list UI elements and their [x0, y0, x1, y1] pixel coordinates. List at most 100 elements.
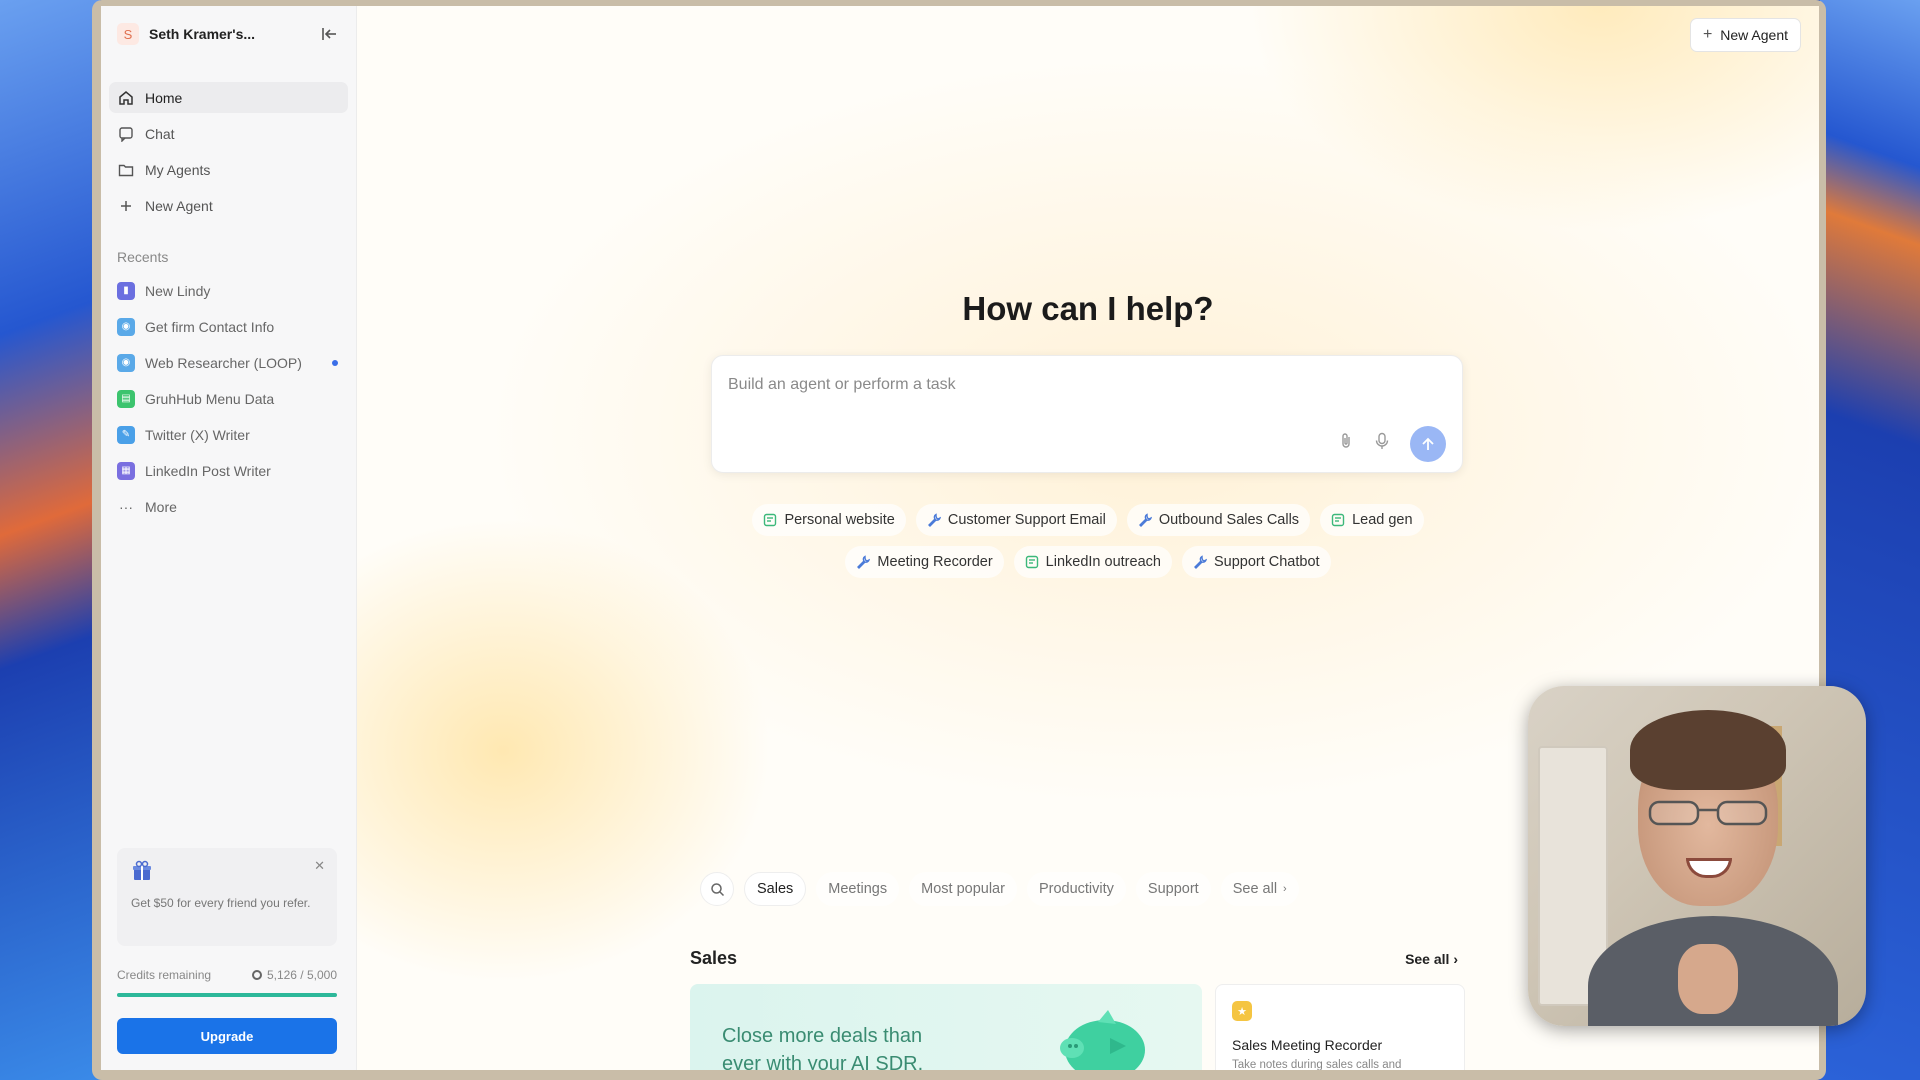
chat-icon: [117, 125, 135, 143]
nav-label: New Agent: [145, 197, 213, 214]
chip-linkedin-outreach[interactable]: LinkedIn outreach: [1013, 546, 1172, 578]
credits-value: 5,126 / 5,000: [266, 968, 337, 982]
chip-lead-gen[interactable]: Lead gen: [1320, 504, 1424, 536]
send-button[interactable]: [1410, 426, 1446, 462]
piggy-bank-icon: [1060, 1010, 1145, 1070]
chip-customer-support-email[interactable]: Customer Support Email: [915, 504, 1117, 536]
workspace-name: Seth Kramer's...: [149, 26, 256, 42]
credits-label: Credits remaining: [117, 968, 212, 982]
doc-icon: [763, 513, 777, 527]
presenter-hand: [1678, 944, 1738, 1014]
chip-meeting-recorder[interactable]: Meeting Recorder: [845, 546, 1004, 578]
filter-see-all[interactable]: See all ›: [1220, 872, 1299, 906]
presenter-hair: [1630, 710, 1786, 790]
section-title: Sales: [690, 948, 738, 968]
card-title: Sales Meeting Recorder: [1232, 1037, 1383, 1053]
nav-item-my-agents[interactable]: My Agents: [109, 154, 348, 185]
nav-item-chat[interactable]: Chat: [109, 118, 348, 149]
doc-icon: [1025, 555, 1039, 569]
recent-item-new-lindy[interactable]: ▮ New Lindy: [109, 275, 348, 306]
chip-label: Lead gen: [1352, 512, 1413, 528]
recent-item-linkedin-post-writer[interactable]: ▦ LinkedIn Post Writer: [109, 455, 348, 486]
nav-label: Chat: [145, 125, 175, 142]
referral-text: Get $50 for every friend you refer.: [131, 896, 311, 910]
suggestion-chips-row-2: Meeting Recorder LinkedIn outreach Suppo…: [357, 546, 1819, 578]
recent-item-twitter-writer[interactable]: ✎ Twitter (X) Writer: [109, 419, 348, 450]
bookmark-icon: ▮: [117, 281, 135, 300]
wrench-icon: [927, 513, 941, 527]
wrench-icon: [1138, 513, 1152, 527]
folder-icon: [117, 161, 135, 179]
nav-item-home[interactable]: Home: [109, 82, 348, 113]
chevron-right-icon: ›: [1453, 950, 1458, 967]
chip-label: Support Chatbot: [1213, 554, 1320, 570]
collapse-sidebar-icon[interactable]: [318, 23, 340, 45]
nav-label: My Agents: [145, 161, 211, 178]
plus-icon: +: [1702, 26, 1713, 43]
sales-meeting-recorder-card[interactable]: ★ Sales Meeting Recorder Take notes duri…: [1215, 984, 1465, 1070]
card-description: Take notes during sales calls and: [1232, 1059, 1402, 1070]
prompt-input-box[interactable]: Build an agent or perform a task: [711, 355, 1463, 473]
pencil-icon: ✎: [117, 425, 135, 444]
chip-label: Meeting Recorder: [877, 554, 993, 570]
recent-label: Get firm Contact Info: [145, 318, 275, 335]
credits-progress-bar: [117, 993, 337, 997]
gift-icon: [131, 860, 323, 888]
recents-list: ▮ New Lindy ◉ Get firm Contact Info ◉ We…: [109, 275, 348, 522]
sidebar: S Seth Kramer's... Home Chat My Agents N…: [101, 6, 357, 1070]
paperclip-icon[interactable]: [1338, 432, 1354, 455]
arrow-up-icon: [1422, 437, 1434, 450]
credits-widget: Credits remaining 5,126 / 5,000: [117, 968, 337, 997]
ellipsis-icon: ···: [119, 498, 133, 515]
glasses-icon: ◉: [117, 353, 135, 372]
meeting-icon: ★: [1232, 1001, 1252, 1021]
filter-meetings[interactable]: Meetings: [816, 872, 900, 906]
prompt-placeholder[interactable]: Build an agent or perform a task: [728, 376, 956, 394]
chip-support-chatbot[interactable]: Support Chatbot: [1181, 546, 1331, 578]
suggestion-chips-row-1: Personal website Customer Support Email …: [357, 504, 1819, 536]
recent-item-gruhhub-menu-data[interactable]: ▤ GruhHub Menu Data: [109, 383, 348, 414]
nav-label: Home: [145, 89, 183, 106]
promo-text: Close more deals than ever with your AI …: [722, 1025, 924, 1070]
coin-icon: [251, 970, 262, 980]
see-all-label: See all: [1232, 881, 1278, 897]
page-title: How can I help?: [962, 290, 1214, 327]
chip-personal-website[interactable]: Personal website: [752, 504, 906, 536]
chip-label: Customer Support Email: [947, 512, 1106, 528]
chip-outbound-sales-calls[interactable]: Outbound Sales Calls: [1126, 504, 1311, 536]
workspace-switcher[interactable]: S Seth Kramer's...: [109, 6, 348, 62]
workspace-avatar: S: [117, 23, 139, 45]
close-icon[interactable]: ✕: [314, 858, 325, 874]
filter-productivity[interactable]: Productivity: [1026, 872, 1126, 906]
template-filter-bar: Sales Meetings Most popular Productivity…: [700, 872, 1299, 906]
filter-support[interactable]: Support: [1135, 872, 1211, 906]
glasses-icon: [1648, 800, 1768, 826]
search-icon[interactable]: [700, 872, 734, 906]
new-agent-label: New Agent: [1720, 27, 1788, 43]
nav-item-new-agent[interactable]: New Agent: [109, 190, 348, 221]
section-see-all[interactable]: See all ›: [1405, 951, 1458, 967]
plus-icon: [117, 197, 135, 215]
desktop-wallpaper-left: [0, 0, 100, 1080]
glasses-icon: ◉: [117, 317, 135, 336]
new-agent-button[interactable]: + New Agent: [1689, 18, 1801, 52]
ai-sdr-promo-card[interactable]: Close more deals than ever with your AI …: [690, 984, 1202, 1070]
chip-label: Personal website: [784, 512, 895, 528]
recents-more[interactable]: ··· More: [109, 491, 348, 522]
recent-item-get-firm-contact-info[interactable]: ◉ Get firm Contact Info: [109, 311, 348, 342]
recent-label: Web Researcher (LOOP): [145, 354, 302, 371]
more-label: More: [145, 498, 177, 515]
chip-label: Outbound Sales Calls: [1158, 512, 1300, 528]
chip-label: LinkedIn outreach: [1045, 554, 1161, 570]
sales-section-header: Sales See all ›: [690, 948, 1458, 969]
microphone-icon[interactable]: [1374, 432, 1390, 455]
recents-heading: Recents: [117, 249, 169, 265]
home-icon: [117, 89, 135, 107]
recent-label: Twitter (X) Writer: [145, 426, 250, 443]
filter-sales[interactable]: Sales: [744, 872, 807, 906]
document-icon: ▦: [117, 461, 135, 480]
filter-most-popular[interactable]: Most popular: [909, 872, 1017, 906]
recent-item-web-researcher[interactable]: ◉ Web Researcher (LOOP): [109, 347, 348, 378]
upgrade-button[interactable]: Upgrade: [117, 1018, 337, 1054]
wrench-icon: [856, 555, 871, 569]
